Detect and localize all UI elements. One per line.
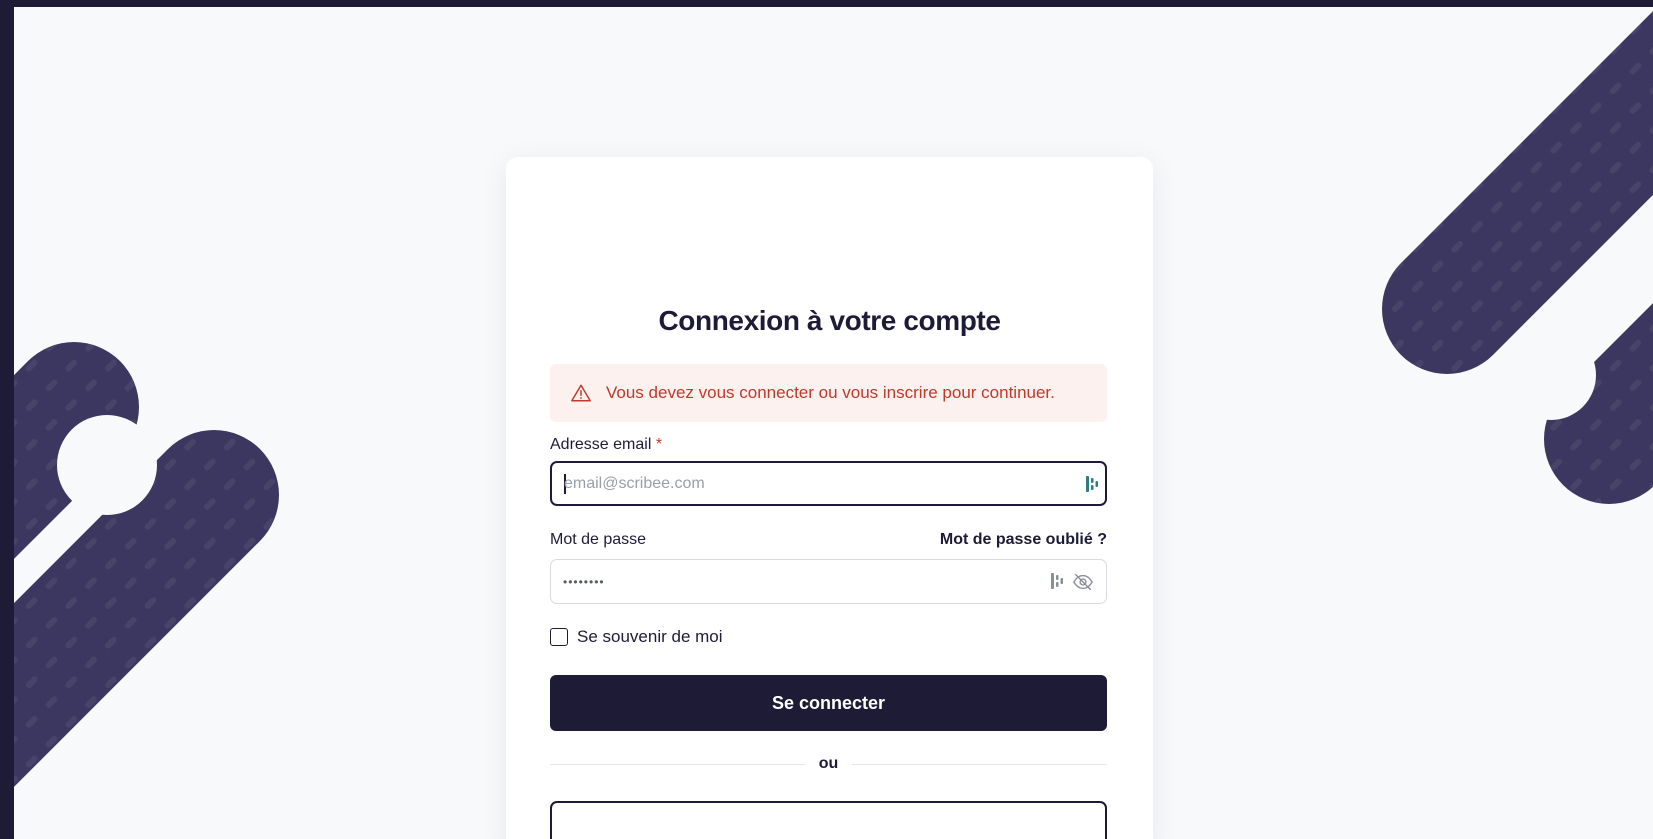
- or-divider: ou: [550, 754, 1108, 774]
- divider-line: [550, 763, 805, 765]
- alert-message: Vous devez vous connecter ou vous inscri…: [606, 383, 1055, 402]
- password-input[interactable]: [563, 560, 1043, 603]
- divider-line: [852, 763, 1108, 765]
- email-label: Adresse email *: [550, 436, 662, 454]
- remember-me-label: Se souvenir de moi: [577, 627, 723, 646]
- right-decoration-shape: [1382, 11, 1653, 504]
- divider-text: ou: [818, 755, 839, 772]
- required-mark: *: [655, 436, 663, 453]
- email-label-text: Adresse email: [550, 436, 652, 453]
- email-field[interactable]: [550, 461, 1107, 506]
- remember-me[interactable]: Se souvenir de moi: [550, 627, 723, 647]
- email-input[interactable]: [564, 463, 1044, 504]
- left-decoration-shape: [14, 342, 279, 787]
- alert-banner: Vous devez vous connecter ou vous inscri…: [550, 364, 1107, 422]
- password-manager-icon[interactable]: [1085, 475, 1099, 493]
- eye-off-icon[interactable]: [1072, 571, 1094, 593]
- forgot-password-link[interactable]: Mot de passe oublié ?: [940, 531, 1107, 549]
- password-label: Mot de passe: [550, 531, 647, 548]
- login-page: Connexion à votre compte Vous devez vous…: [14, 7, 1653, 839]
- alternative-login-button[interactable]: [550, 801, 1107, 839]
- password-field[interactable]: [550, 559, 1107, 604]
- remember-me-checkbox[interactable]: [550, 628, 568, 646]
- password-manager-icon[interactable]: [1050, 572, 1064, 590]
- page-title: Connexion à votre compte: [658, 305, 1001, 336]
- warning-triangle-icon: [571, 384, 591, 402]
- login-card: Connexion à votre compte Vous devez vous…: [506, 157, 1153, 839]
- login-button[interactable]: Se connecter: [550, 675, 1107, 731]
